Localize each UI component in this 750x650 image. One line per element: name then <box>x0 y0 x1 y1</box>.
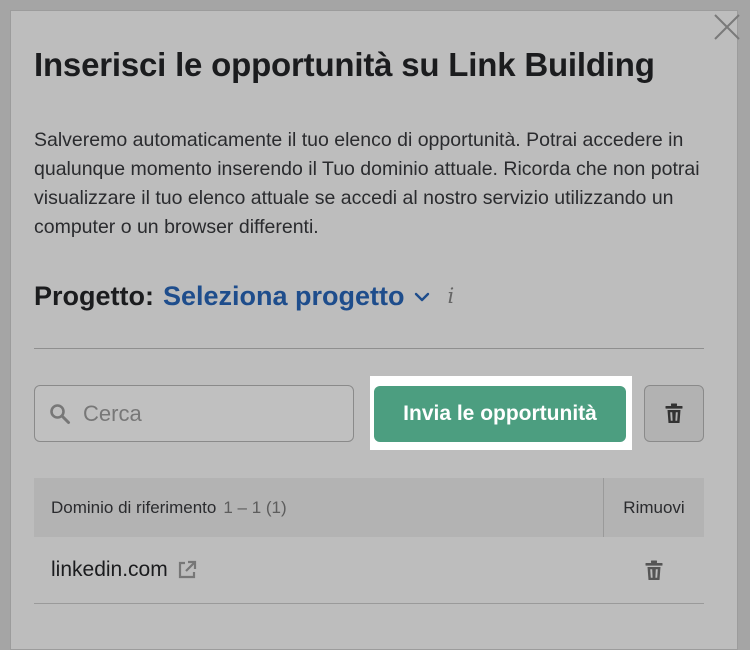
trash-icon <box>645 560 663 580</box>
dialog-title: Inserisci le opportunità su Link Buildin… <box>34 46 655 83</box>
delete-all-button[interactable] <box>644 385 704 442</box>
project-select[interactable]: Seleziona progetto <box>163 281 430 312</box>
column-header-domain[interactable]: Dominio di riferimento 1 – 1 (1) <box>34 478 604 537</box>
submit-opportunities-button[interactable]: Invia le opportunità <box>374 386 626 442</box>
project-row: Progetto: Seleziona progetto i <box>34 278 454 314</box>
search-icon <box>50 403 70 424</box>
column-header-domain-label: Dominio di riferimento <box>51 497 217 517</box>
close-icon[interactable] <box>712 12 742 42</box>
dialog-description: Salveremo automaticamente il tuo elenco … <box>34 129 700 238</box>
search-field[interactable] <box>34 385 354 442</box>
info-icon[interactable]: i <box>448 284 455 308</box>
chevron-down-icon <box>414 292 429 302</box>
remove-row-button[interactable] <box>604 560 704 581</box>
search-input[interactable] <box>81 399 335 428</box>
row-count: 1 – 1 (1) <box>223 497 287 517</box>
column-header-remove: Rimuovi <box>623 497 685 517</box>
project-select-label: Seleziona progetto <box>162 280 405 311</box>
domain-cell: linkedin.com <box>34 558 604 582</box>
table-header: Dominio di riferimento 1 – 1 (1) Rimuovi <box>34 478 704 537</box>
project-label: Progetto: <box>34 280 154 311</box>
opportunities-table: Dominio di riferimento 1 – 1 (1) Rimuovi… <box>34 478 704 604</box>
divider <box>34 348 704 349</box>
external-link-icon[interactable] <box>176 559 198 581</box>
domain-text: linkedin.com <box>51 558 168 581</box>
trash-icon <box>665 403 683 423</box>
table-row: linkedin.com <box>34 537 704 604</box>
